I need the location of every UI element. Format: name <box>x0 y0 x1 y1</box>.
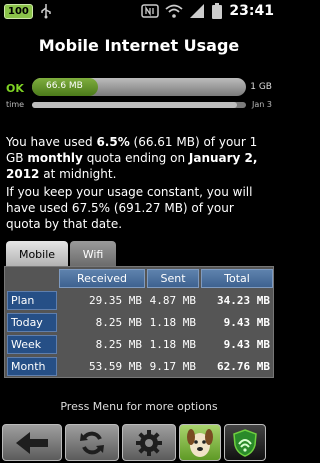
cell-total: 9.43 MB <box>223 338 270 351</box>
clock: 23:41 <box>229 3 274 19</box>
table-row: Week 8.25 MB 1.18 MB 9.43 MB <box>7 335 273 355</box>
network-tabs: Mobile Wifi <box>6 241 116 267</box>
battery-badge: 100 <box>4 3 33 19</box>
page-title: Mobile Internet Usage <box>38 36 240 55</box>
cell-total: 9.43 MB <box>223 316 270 329</box>
back-button[interactable] <box>2 424 62 461</box>
shield-button[interactable] <box>224 424 266 461</box>
bottom-toolbar <box>0 422 278 463</box>
wifi-icon <box>165 4 184 18</box>
refresh-icon <box>80 431 104 454</box>
app-dog-icon <box>187 428 213 457</box>
cell-received: 8.25 MB <box>95 316 142 329</box>
cell-total: 34.23 MB <box>217 294 270 307</box>
usb-icon <box>41 4 51 19</box>
row-label: Week <box>7 335 57 354</box>
time-progress-bar <box>32 102 246 108</box>
shield-icon <box>233 428 257 457</box>
nfc-icon <box>141 4 160 18</box>
cell-sent: 1.18 MB <box>149 316 196 329</box>
cell-sent: 1.18 MB <box>149 338 196 351</box>
table-row: Today 8.25 MB 1.18 MB 9.43 MB <box>7 313 273 333</box>
app-button[interactable] <box>179 424 221 461</box>
header-total: Total <box>201 269 273 288</box>
header-received: Received <box>59 269 145 288</box>
usage-projection: If you keep your usage constant, you wil… <box>6 185 253 231</box>
table-header-row: Received Sent Total <box>7 269 273 289</box>
time-progress-fill <box>32 102 238 108</box>
cell-total: 62.76 MB <box>217 360 270 373</box>
usage-summary: You have used 6.5% (66.61 MB) of your 1 … <box>6 135 258 181</box>
tab-mobile[interactable]: Mobile <box>6 241 68 267</box>
usage-table: Received Sent Total Plan 29.35 MB 4.87 M… <box>4 266 274 378</box>
tab-wifi[interactable]: Wifi <box>70 241 116 267</box>
battery-icon <box>212 3 223 19</box>
cell-received: 8.25 MB <box>95 338 142 351</box>
refresh-button[interactable] <box>65 424 119 461</box>
back-arrow-icon <box>16 431 48 454</box>
cell-sent: 9.17 MB <box>149 360 196 373</box>
settings-icon <box>136 429 162 456</box>
row-label: Month <box>7 357 57 376</box>
usage-progress-bar: 66.6 MB <box>32 78 246 96</box>
cell-sent: 4.87 MB <box>149 294 196 307</box>
menu-hint: Press Menu for more options <box>60 400 218 413</box>
cell-received: 29.35 MB <box>89 294 142 307</box>
row-label: Today <box>7 313 57 332</box>
usage-status-label: OK <box>6 82 24 95</box>
cell-received: 53.59 MB <box>89 360 142 373</box>
status-bar: 100 23:41 <box>0 0 278 24</box>
signal-icon <box>190 4 205 18</box>
header-sent: Sent <box>147 269 199 288</box>
row-label: Plan <box>7 291 57 310</box>
usage-limit-label: 1 GB <box>250 82 272 92</box>
time-label: time <box>6 100 25 109</box>
table-row: Month 53.59 MB 9.17 MB 62.76 MB <box>7 357 273 377</box>
time-end-label: Jan 3 <box>252 100 272 109</box>
table-row: Plan 29.35 MB 4.87 MB 34.23 MB <box>7 291 273 311</box>
usage-used-label: 66.6 MB <box>46 81 83 91</box>
settings-button[interactable] <box>122 424 176 461</box>
